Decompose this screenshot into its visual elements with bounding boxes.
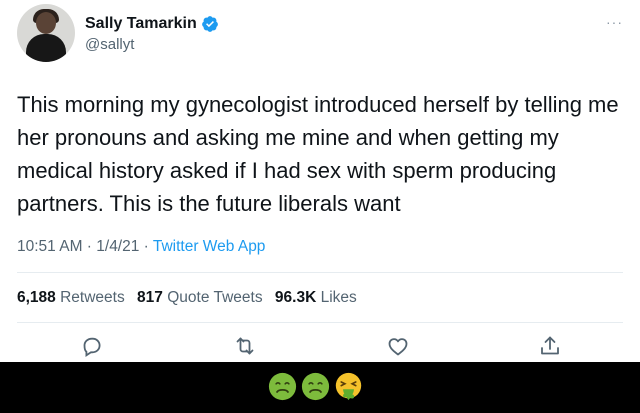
likes-label: Likes — [320, 289, 357, 306]
verified-badge-icon — [201, 16, 218, 32]
retweet-icon[interactable] — [233, 334, 257, 358]
like-icon[interactable] — [386, 334, 410, 358]
quote-tweets-stat[interactable]: 817 Quote Tweets — [137, 289, 263, 306]
retweets-count: 6,188 — [17, 289, 56, 306]
caption-emojis — [268, 372, 363, 401]
likes-count: 96.3K — [274, 289, 317, 306]
tweet-meta: 10:51 AM · 1/4/21 · Twitter Web App — [17, 238, 265, 256]
likes-stat[interactable]: 96.3K Likes — [275, 289, 357, 306]
avatar-body — [26, 34, 66, 62]
tweet-source-link[interactable]: Twitter Web App — [153, 238, 266, 255]
divider — [17, 272, 623, 273]
avatar[interactable] — [17, 4, 75, 62]
vomiting-face-icon — [335, 372, 362, 401]
quote-tweets-count: 817 — [137, 289, 163, 306]
share-icon[interactable] — [538, 334, 562, 358]
more-options-icon[interactable]: ··· — [606, 14, 623, 30]
caption-bar — [0, 362, 640, 413]
retweets-stat[interactable]: 6,188 Retweets — [17, 289, 125, 306]
tweet-actions — [0, 334, 640, 362]
author-name[interactable]: Sally Tamarkin — [85, 15, 197, 33]
nauseated-face-icon — [301, 372, 330, 401]
divider — [17, 322, 623, 323]
nauseated-face-icon — [268, 372, 297, 401]
quote-tweets-label: Quote Tweets — [167, 289, 263, 306]
tweet-header: Sally Tamarkin @sallyt ··· — [17, 4, 623, 64]
tweet-text: This morning my gynecologist introduced … — [17, 92, 619, 216]
engagement-stats: 6,188 Retweets 817 Quote Tweets 96.3K Li… — [17, 289, 357, 307]
reply-icon[interactable] — [80, 334, 104, 358]
timestamp[interactable]: 10:51 AM · 1/4/21 · — [17, 238, 153, 255]
author-row: Sally Tamarkin — [85, 15, 219, 33]
avatar-face — [36, 12, 56, 34]
author-handle[interactable]: @sallyt — [85, 36, 134, 53]
retweets-label: Retweets — [60, 289, 125, 306]
